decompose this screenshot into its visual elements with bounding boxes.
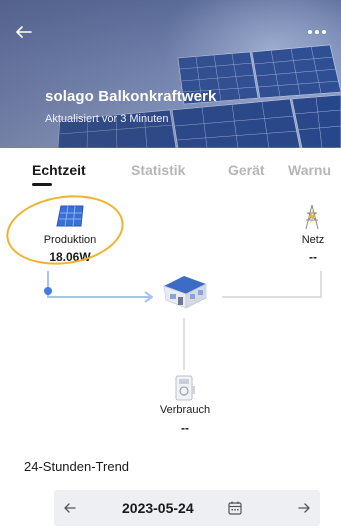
header-banner: solago Balkonkraftwerk Aktualisiert vor … — [0, 0, 341, 148]
grid-value: -- — [309, 250, 317, 264]
arrow-left-icon — [16, 26, 32, 38]
tab-warnungen[interactable]: Warnu — [288, 162, 331, 178]
active-tab-indicator — [32, 183, 52, 186]
power-tower-icon — [305, 204, 319, 230]
back-button[interactable] — [10, 18, 38, 46]
grid-line-vertical — [320, 271, 322, 298]
tab-bar: Echtzeit Statistik Gerät Warnu — [0, 148, 341, 190]
date-selector: 2023-05-24 — [54, 490, 320, 526]
consumption-value: -- — [181, 421, 189, 435]
more-menu-button[interactable] — [303, 18, 331, 46]
updated-status: Aktualisiert vor 3 Minuten — [45, 113, 169, 125]
previous-day-button[interactable] — [62, 500, 78, 516]
next-day-button[interactable] — [296, 500, 312, 516]
trend-title: 24-Stunden-Trend — [24, 459, 130, 474]
plant-detail-page: solago Balkonkraftwerk Aktualisiert vor … — [0, 0, 341, 529]
arrow-left-icon — [64, 503, 76, 513]
header-overlay — [0, 0, 341, 148]
plant-title: solago Balkonkraftwerk — [45, 88, 217, 105]
house-icon — [163, 276, 207, 309]
flow-arrow-icon — [144, 291, 153, 303]
grid-label: Netz — [301, 234, 325, 246]
grid-line-horizontal — [222, 296, 322, 298]
flow-dot-icon — [44, 287, 52, 295]
arrow-right-icon — [298, 503, 310, 513]
meter-icon — [175, 375, 195, 401]
consumption-label: Verbrauch — [159, 404, 211, 416]
more-dots-icon — [308, 30, 326, 34]
tab-geraet[interactable]: Gerät — [228, 162, 265, 178]
consumption-line — [183, 318, 185, 370]
tab-echtzeit[interactable]: Echtzeit — [32, 162, 86, 178]
selected-date[interactable]: 2023-05-24 — [122, 500, 194, 516]
production-line-horizontal — [47, 296, 151, 298]
calendar-icon — [228, 501, 242, 515]
tab-statistik[interactable]: Statistik — [131, 162, 185, 178]
calendar-button[interactable] — [227, 500, 243, 516]
